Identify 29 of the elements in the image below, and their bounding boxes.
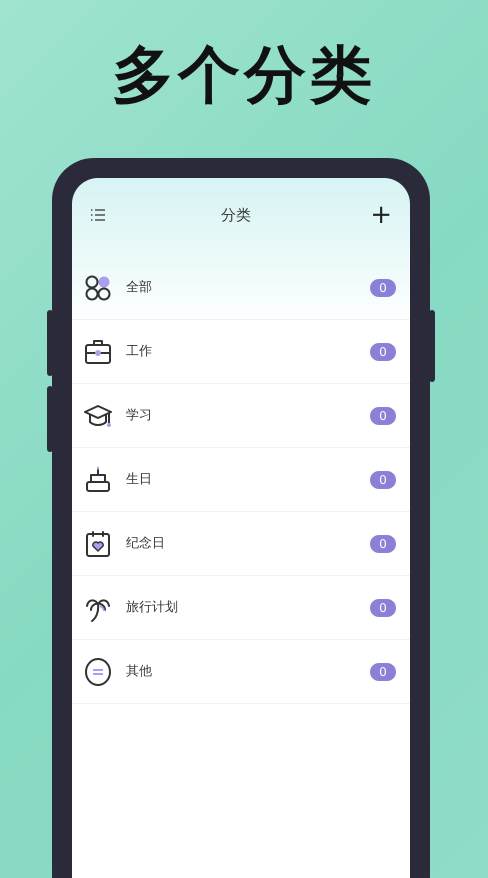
cake-icon [84,466,112,494]
screen-title: 分类 [221,204,252,226]
category-label: 旅行计划 [126,598,179,617]
category-row[interactable]: 旅行计划 0 [72,576,410,640]
four-petal-icon [84,274,112,302]
category-label: 其他 [126,662,153,681]
category-label: 纪念日 [126,534,166,553]
add-button[interactable]: + [366,202,396,228]
category-label: 工作 [126,342,153,361]
category-row[interactable]: 全部 0 [72,256,410,320]
count-badge: 0 [370,470,396,488]
category-row[interactable]: 生日 0 [72,448,410,512]
count-badge: 0 [370,342,396,360]
category-row[interactable]: 其他 0 [72,640,410,704]
category-label: 全部 [126,278,153,297]
equals-circle-icon [84,658,112,686]
count-badge: 0 [370,278,396,296]
headline: 多个分类 [111,37,377,113]
category-row[interactable]: 工作 0 [72,320,410,384]
category-row[interactable]: 学习 0 [72,384,410,448]
count-badge: 0 [370,662,396,680]
category-label: 生日 [126,470,153,489]
menu-icon[interactable] [90,208,106,222]
category-row[interactable]: 纪念日 0 [72,512,410,576]
count-badge: 0 [370,534,396,552]
briefcase-icon [84,338,112,366]
count-badge: 0 [370,406,396,424]
category-label: 学习 [126,406,153,425]
count-badge: 0 [370,598,396,616]
